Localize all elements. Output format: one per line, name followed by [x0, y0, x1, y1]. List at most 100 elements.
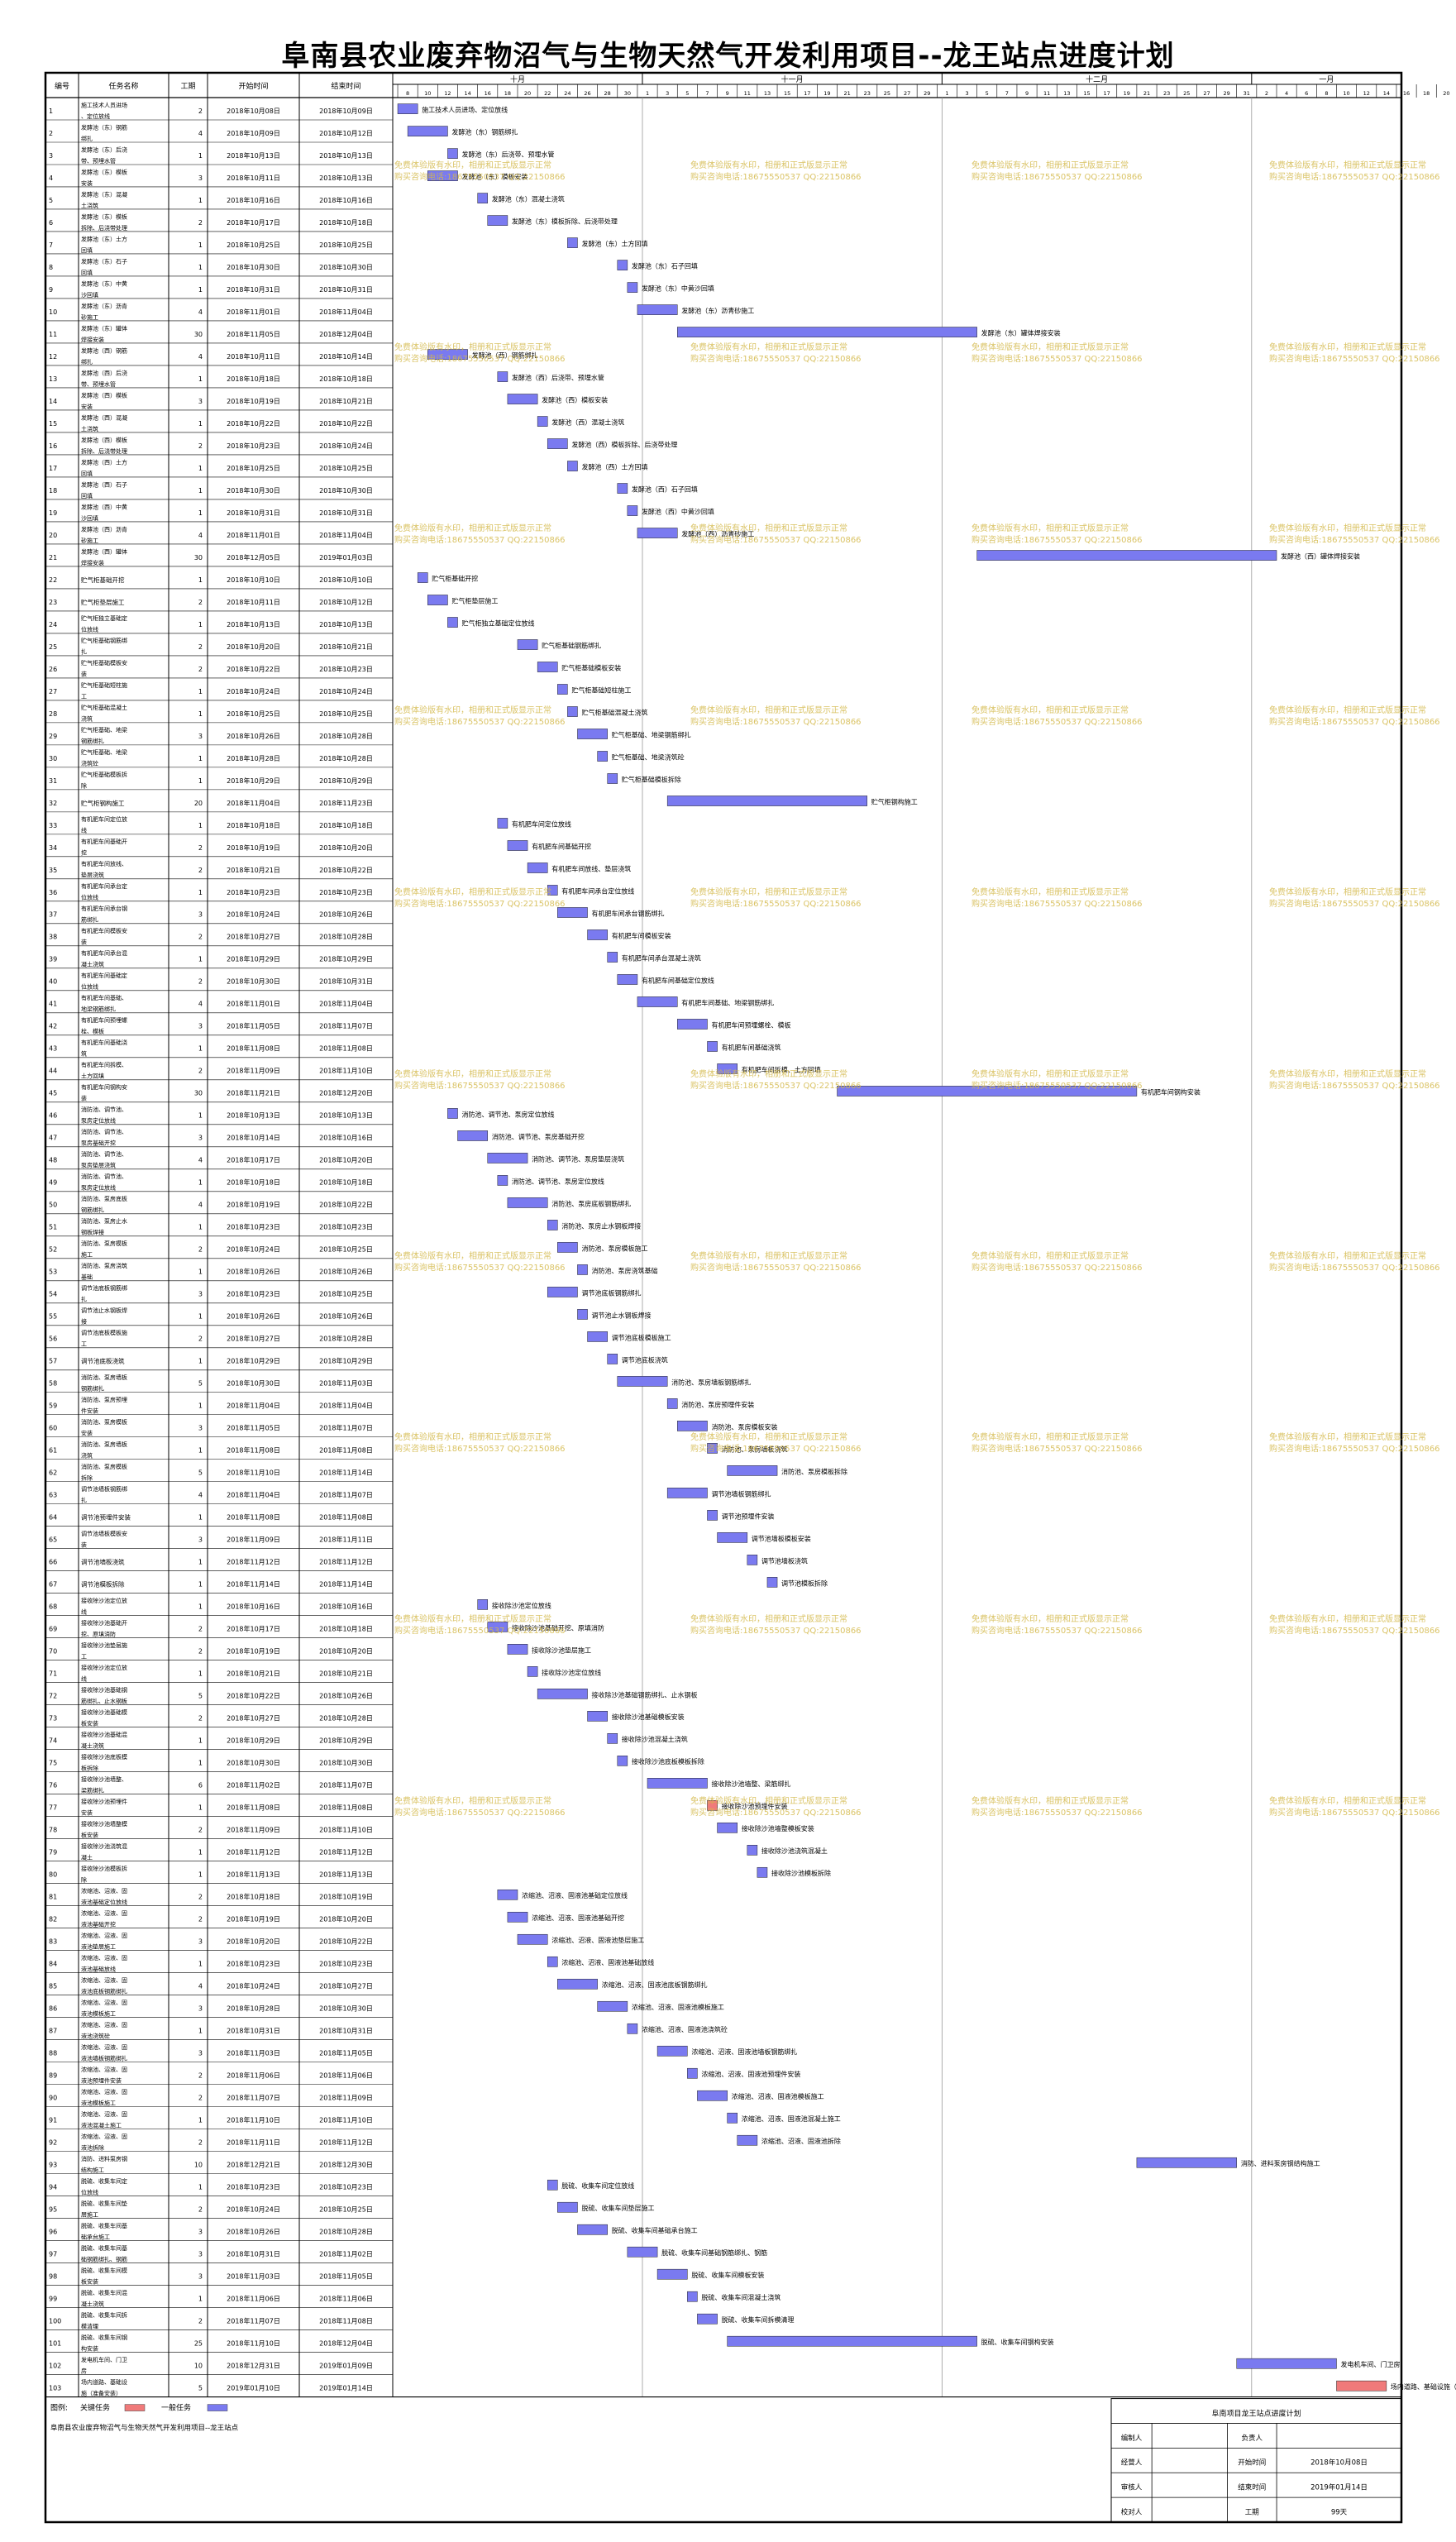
- gantt-bar-label: 消防池、泵房底板钢筋绑扎: [551, 1199, 631, 1207]
- watermark-line-1: 免费体验版有水印，相册和正式版显示正常: [690, 523, 847, 533]
- task-id: 90: [49, 2095, 57, 2102]
- task-start: 2018年10月23日: [227, 1960, 280, 1968]
- task-start: 2018年10月11日: [227, 174, 280, 182]
- task-id: 2: [49, 130, 53, 137]
- task-duration: 1: [198, 1045, 203, 1053]
- task-end: 2018年10月26日: [319, 1692, 373, 1700]
- gantt-bar-label: 接收除沙池浇筑混凝土: [761, 1847, 828, 1855]
- task-duration: 1: [198, 1224, 203, 1231]
- gantt-bar-label: 贮气柜基础开挖: [432, 574, 478, 582]
- task-start: 2018年11月12日: [227, 1558, 280, 1566]
- task-end: 2018年10月18日: [319, 218, 373, 227]
- task-duration: 2: [198, 867, 203, 874]
- task-start: 2018年11月03日: [227, 2049, 280, 2057]
- task-end: 2018年11月10日: [319, 2116, 373, 2124]
- task-name-cont: 液池基础开挖: [81, 1921, 116, 1928]
- task-id: 16: [49, 442, 57, 450]
- task-name-cont: 线: [81, 1608, 87, 1616]
- task-end: 2018年10月20日: [319, 1915, 373, 1923]
- gantt-bar: [707, 1041, 718, 1052]
- gantt-bar-label: 浓缩池、沼液、固液池基础放线: [561, 1958, 654, 1966]
- task-name: 消防池、泵房模板: [81, 1240, 127, 1247]
- day-tick-label: 22: [544, 90, 551, 97]
- task-id: 18: [49, 487, 57, 495]
- task-name-cont: 板安装: [81, 1720, 98, 1727]
- gantt-bar: [527, 1666, 538, 1677]
- gantt-bar: [567, 706, 578, 717]
- task-duration: 4: [198, 1202, 203, 1209]
- task-end: 2018年10月28日: [319, 933, 373, 941]
- day-tick-label: 14: [1383, 90, 1390, 97]
- gantt-bar: [666, 1488, 708, 1498]
- task-id: 26: [49, 666, 57, 673]
- task-duration: 2: [198, 934, 203, 941]
- watermark-line-1: 免费体验版有水印，相册和正式版显示正常: [394, 160, 551, 170]
- task-start: 2018年11月06日: [227, 2071, 280, 2080]
- task-start: 2018年11月10日: [227, 1469, 280, 1477]
- task-name-cont: 液池垫层施工: [81, 1942, 116, 1950]
- info-cell: 2018年10月08日: [1310, 2458, 1368, 2468]
- gantt-bar-label: 脱硫、收集车间基础钢筋绑扎、钢筋: [661, 2248, 767, 2257]
- gantt-bar: [547, 1287, 578, 1297]
- day-tick-label: 15: [784, 90, 790, 97]
- task-end: 2018年11月04日: [319, 1000, 373, 1008]
- gantt-bar-label: 有机肥车间放线、垫层浇筑: [551, 864, 631, 872]
- gantt-bar: [537, 1689, 588, 1699]
- watermark-line-1: 免费体验版有水印，相册和正式版显示正常: [1269, 342, 1426, 352]
- task-name: 有机肥车间预埋螺: [81, 1016, 127, 1024]
- info-cell: 经营人: [1121, 2458, 1143, 2468]
- task-id: 45: [49, 1090, 57, 1097]
- task-name: 调节池墙板浇筑: [81, 1558, 125, 1566]
- task-duration: 1: [198, 1402, 203, 1410]
- task-duration: 1: [198, 956, 203, 963]
- task-start: 2018年10月30日: [227, 486, 280, 495]
- task-id: 69: [49, 1626, 57, 1633]
- task-start: 2018年11月04日: [227, 1402, 280, 1410]
- day-tick-label: 21: [1143, 90, 1150, 97]
- task-id: 14: [49, 398, 57, 405]
- task-end: 2018年11月23日: [319, 799, 373, 807]
- task-start: 2018年11月09日: [227, 1536, 280, 1544]
- task-name-cont: 础钢筋绑扎、钢筋: [81, 2255, 127, 2262]
- watermark-line-1: 免费体验版有水印，相册和正式版显示正常: [1269, 523, 1426, 533]
- info-cell: 2019年01月14日: [1310, 2483, 1368, 2492]
- task-id: 24: [49, 621, 57, 628]
- task-start: 2018年10月19日: [227, 1201, 280, 1209]
- task-name: 接收除沙池基础钢: [81, 1686, 127, 1694]
- day-tick-label: 15: [1083, 90, 1090, 97]
- gantt-bar-label: 接收除沙池墙整、梁筋绑扎: [711, 1780, 790, 1788]
- task-start: 2018年11月04日: [227, 799, 280, 807]
- task-duration: 3: [198, 733, 203, 740]
- task-name: 发酵池（东）混凝: [81, 190, 127, 198]
- gantt-bar: [577, 729, 608, 739]
- gantt-bar-label: 发酵池（西）土方回填: [581, 462, 647, 471]
- task-name-cont: 基础: [81, 1273, 93, 1281]
- gantt-bar: [457, 1130, 489, 1141]
- gantt-bar-label: 调节池底板浇筑: [622, 1355, 668, 1364]
- task-name: 发酵池（西）沥青: [81, 525, 127, 533]
- gantt-bar: [727, 1465, 778, 1476]
- gantt-bar: [677, 327, 977, 337]
- task-end: 2018年11月06日: [319, 2071, 373, 2080]
- task-end: 2018年11月06日: [319, 2294, 373, 2302]
- gantt-bar: [507, 394, 538, 404]
- gantt-bar: [507, 1911, 528, 1923]
- task-end: 2018年10月29日: [319, 776, 373, 785]
- task-duration: 6: [198, 1782, 203, 1789]
- task-start: 2018年11月06日: [227, 2294, 280, 2302]
- task-name-cont: 液池模板施工: [81, 2099, 116, 2106]
- task-id: 40: [49, 978, 57, 986]
- gantt-bar: [397, 103, 418, 114]
- gantt-bar-label: 发酵池（东）中黄沙回填: [642, 284, 714, 293]
- task-start: 2018年11月08日: [227, 1446, 280, 1455]
- watermark-line-1: 免费体验版有水印，相册和正式版显示正常: [690, 705, 847, 715]
- task-start: 2018年11月08日: [227, 1044, 280, 1053]
- task-duration: 2: [198, 599, 203, 606]
- task-id: 54: [49, 1291, 57, 1298]
- watermark-line-2: 购买咨询电话:18675550537 QQ:22150866: [971, 171, 1143, 182]
- watermark-line-2: 购买咨询电话:18675550537 QQ:22150866: [1269, 1807, 1440, 1818]
- task-id: 31: [49, 777, 57, 785]
- watermark-line-2: 购买咨询电话:18675550537 QQ:22150866: [690, 353, 862, 364]
- task-start: 2018年10月13日: [227, 620, 280, 628]
- task-end: 2018年12月04日: [319, 330, 373, 338]
